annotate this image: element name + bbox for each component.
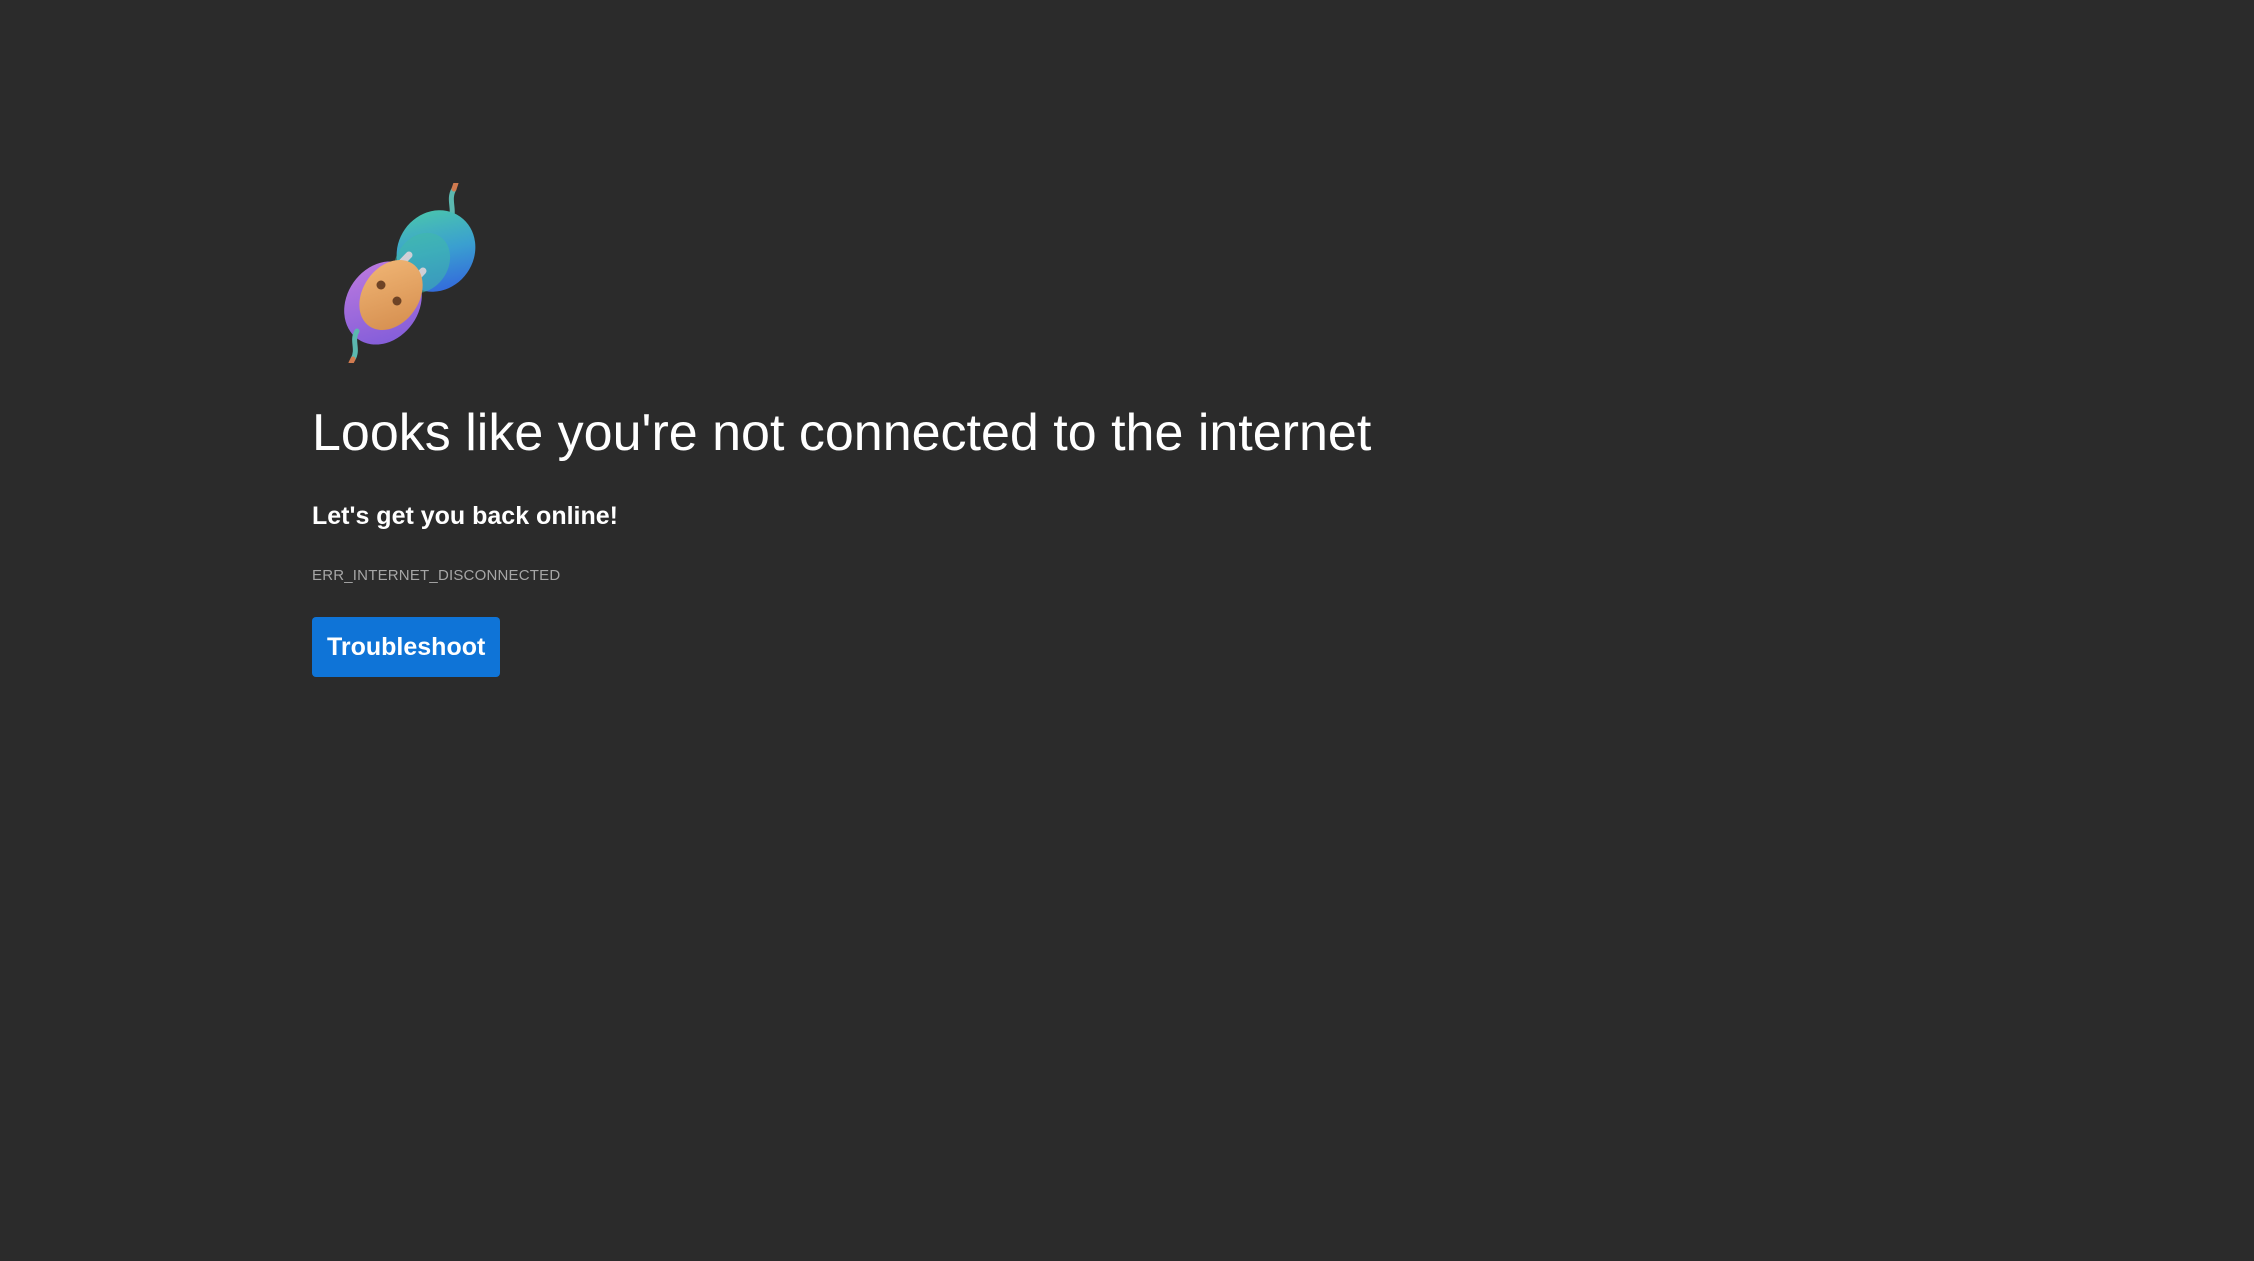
page-subtitle: Let's get you back online! <box>312 502 618 530</box>
troubleshoot-button[interactable]: Troubleshoot <box>312 617 501 677</box>
error-page: Looks like you're not connected to the i… <box>0 0 2254 1261</box>
error-code: ERR_INTERNET_DISCONNECTED <box>312 567 561 584</box>
error-content: Looks like you're not connected to the i… <box>312 183 1812 677</box>
page-title: Looks like you're not connected to the i… <box>312 404 1372 462</box>
unplugged-plug-icon <box>329 183 479 363</box>
